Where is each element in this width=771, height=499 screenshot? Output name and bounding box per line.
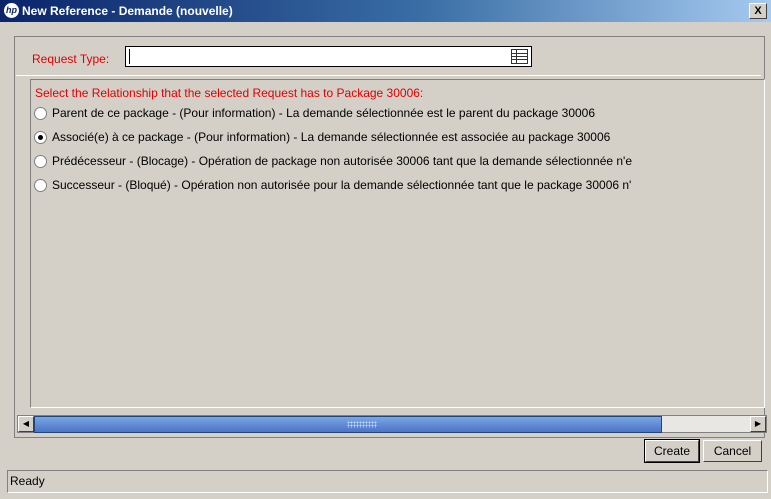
- relationship-heading: Select the Relationship that the selecte…: [35, 86, 424, 100]
- cancel-button[interactable]: Cancel: [703, 440, 762, 462]
- separator: [16, 75, 761, 76]
- scrollbar-thumb[interactable]: [34, 416, 662, 433]
- relationship-option-label: Associé(e) à ce package - (Pour informat…: [52, 130, 611, 144]
- request-type-input[interactable]: [125, 46, 532, 67]
- arrow-left-icon[interactable]: ◀: [18, 416, 34, 432]
- scroll-grip-icon: [347, 421, 377, 428]
- close-button[interactable]: X: [749, 3, 767, 19]
- arrow-right-icon[interactable]: ▶: [750, 416, 766, 432]
- relationship-option-label: Parent de ce package - (Pour information…: [52, 106, 596, 120]
- window-title: New Reference - Demande (nouvelle): [22, 4, 233, 18]
- text-caret: [129, 49, 130, 64]
- relationship-option-label: Successeur - (Bloqué) - Opération non au…: [52, 178, 632, 192]
- radio-button[interactable]: [34, 107, 47, 120]
- radio-button[interactable]: [34, 155, 47, 168]
- request-type-label: Request Type:: [32, 52, 110, 66]
- relationship-panel: Select the Relationship that the selecte…: [30, 79, 765, 408]
- table-lookup-icon[interactable]: [511, 49, 528, 64]
- radio-button[interactable]: [34, 179, 47, 192]
- relationship-option-label: Prédécesseur - (Blocage) - Opération de …: [52, 154, 633, 168]
- hp-logo-icon: hp: [4, 3, 19, 18]
- create-button[interactable]: Create: [644, 439, 700, 463]
- horizontal-scrollbar[interactable]: ◀ ▶: [17, 415, 767, 433]
- status-text: Ready: [10, 474, 45, 488]
- title-bar: hp New Reference - Demande (nouvelle) X: [0, 0, 771, 22]
- radio-button[interactable]: [34, 131, 47, 144]
- status-bar: Ready: [7, 470, 768, 493]
